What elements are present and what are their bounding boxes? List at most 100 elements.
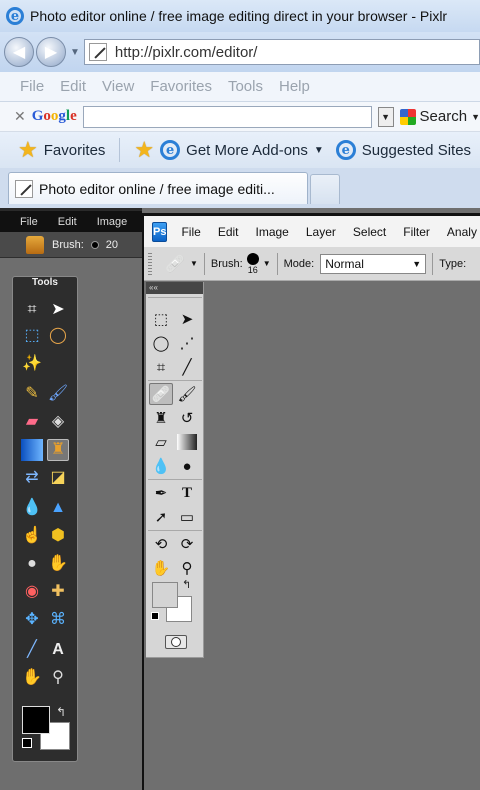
menu-help[interactable]: Help bbox=[279, 78, 310, 95]
pixlr-menu-file[interactable]: File bbox=[20, 216, 38, 228]
ps-menu-file[interactable]: File bbox=[181, 225, 200, 239]
clone-stamp-icon[interactable]: ♜ bbox=[149, 407, 173, 429]
pixlr-menu-edit[interactable]: Edit bbox=[58, 216, 77, 228]
options-grip[interactable] bbox=[148, 252, 152, 275]
zoom-icon[interactable]: ⚲ bbox=[175, 557, 199, 579]
chevron-down-icon[interactable]: ▼ bbox=[314, 145, 324, 156]
move-icon[interactable]: ➤ bbox=[175, 308, 199, 330]
quick-select-icon[interactable]: ⋰ bbox=[175, 332, 199, 354]
stamp-icon[interactable]: ♜ bbox=[47, 439, 69, 461]
history-brush-icon[interactable]: ↺ bbox=[175, 407, 199, 429]
ps-menu-image[interactable]: Image bbox=[256, 225, 289, 239]
pencil-icon[interactable]: ✎ bbox=[21, 383, 43, 405]
crop-icon[interactable]: ⌗ bbox=[149, 356, 173, 378]
get-addons-link[interactable]: Get More Add-ons bbox=[186, 142, 308, 159]
chevron-down-icon[interactable]: ▼ bbox=[190, 259, 198, 268]
tools-divider bbox=[148, 530, 202, 531]
3d-orbit-icon[interactable]: ⟳ bbox=[175, 533, 199, 555]
quick-mask-button[interactable] bbox=[165, 635, 187, 649]
close-toolbar-icon[interactable]: ✕ bbox=[14, 108, 26, 125]
ps-menu-analysis[interactable]: Analy bbox=[447, 225, 477, 239]
google-logo: Google bbox=[31, 108, 77, 124]
burn-icon[interactable]: ✋ bbox=[47, 553, 69, 575]
ie-logo-icon: e bbox=[6, 7, 24, 25]
reset-colors-icon[interactable] bbox=[22, 738, 32, 748]
address-bar[interactable]: http://pixlr.com/editor/ bbox=[83, 39, 480, 65]
bucket-icon[interactable]: ◈ bbox=[47, 411, 69, 433]
pixlr-foreground-color[interactable] bbox=[22, 706, 50, 734]
lasso-icon[interactable]: ◯ bbox=[149, 332, 173, 354]
brush-icon[interactable]: 🖌 bbox=[175, 383, 199, 405]
back-button[interactable]: ◀ bbox=[4, 37, 34, 67]
chevron-down-icon[interactable]: ▼ bbox=[263, 259, 271, 268]
swap-colors-icon[interactable]: ↰ bbox=[56, 705, 66, 719]
path-select-icon[interactable]: ➚ bbox=[149, 506, 173, 528]
pinch-icon[interactable]: ⌘ bbox=[47, 609, 69, 631]
shape-icon[interactable]: ▭ bbox=[175, 506, 199, 528]
pixlr-brush-size[interactable]: 20 bbox=[106, 239, 118, 251]
marquee-icon[interactable]: ⬚ bbox=[21, 325, 43, 347]
add-favorite-icon[interactable]: ★ bbox=[134, 139, 154, 161]
crop-icon[interactable]: ⌗ bbox=[21, 299, 43, 321]
ps-menu-select[interactable]: Select bbox=[353, 225, 386, 239]
color-replace-icon[interactable]: ⇄ bbox=[21, 467, 43, 489]
healing-brush-icon[interactable]: 🩹 bbox=[149, 383, 173, 405]
menu-edit[interactable]: Edit bbox=[60, 78, 86, 95]
ps-foreground-color[interactable] bbox=[152, 582, 178, 608]
ps-menu-edit[interactable]: Edit bbox=[218, 225, 239, 239]
history-dropdown-icon[interactable]: ▼ bbox=[70, 47, 80, 58]
brush-picker[interactable]: 16 bbox=[246, 252, 259, 275]
type-icon[interactable]: A bbox=[47, 639, 69, 661]
bloat-icon[interactable]: ✥ bbox=[21, 609, 43, 631]
picker-icon[interactable]: ╱ bbox=[21, 639, 43, 661]
lasso-icon[interactable]: ◯ bbox=[47, 325, 69, 347]
google-search-input[interactable] bbox=[82, 105, 372, 128]
google-search-dropdown[interactable]: ▼ bbox=[377, 106, 394, 127]
pen-icon[interactable]: ✒ bbox=[149, 482, 173, 504]
redeye-icon[interactable]: ◉ bbox=[21, 581, 43, 603]
smudge-icon[interactable]: ☝ bbox=[21, 525, 43, 547]
blur-icon[interactable]: 💧 bbox=[21, 497, 43, 519]
menu-tools[interactable]: Tools bbox=[228, 78, 263, 95]
tools-collapse-button[interactable]: «« bbox=[146, 282, 203, 294]
menu-view[interactable]: View bbox=[102, 78, 134, 95]
eraser-icon[interactable]: ▱ bbox=[149, 431, 173, 453]
gradient-icon[interactable] bbox=[21, 439, 43, 461]
brush-icon[interactable]: 🖌 bbox=[47, 383, 69, 405]
menu-file[interactable]: File bbox=[20, 78, 44, 95]
dodge-icon[interactable]: ● bbox=[175, 455, 199, 477]
new-tab-button[interactable] bbox=[310, 174, 340, 204]
eyedropper-icon[interactable]: ╱ bbox=[175, 356, 199, 378]
spotheal-icon[interactable]: ✚ bbox=[47, 581, 69, 603]
reset-colors-icon[interactable] bbox=[151, 612, 159, 620]
type-icon[interactable]: T bbox=[175, 482, 199, 504]
forward-button[interactable]: ▶ bbox=[36, 37, 66, 67]
google-search-button[interactable]: Search ▼ bbox=[399, 108, 480, 125]
eraser-icon[interactable]: ▰ bbox=[21, 411, 43, 433]
3d-rotate-icon[interactable]: ⟲ bbox=[149, 533, 173, 555]
drawing-icon[interactable]: ◪ bbox=[47, 467, 69, 489]
hand-icon[interactable]: ✋ bbox=[149, 557, 173, 579]
mode-select[interactable]: Normal ▼ bbox=[320, 253, 427, 274]
sponge-icon[interactable]: ⬢ bbox=[47, 525, 69, 547]
gradient-icon[interactable] bbox=[177, 434, 197, 450]
hand-icon[interactable]: ✋ bbox=[21, 667, 43, 689]
swap-colors-icon[interactable]: ↰ bbox=[182, 578, 191, 591]
blur-icon[interactable]: 💧 bbox=[149, 455, 173, 477]
ps-mode-label: Mode: bbox=[283, 257, 315, 270]
brush-preview-icon[interactable] bbox=[91, 241, 98, 248]
marquee-icon[interactable]: ⬚ bbox=[149, 308, 173, 330]
wand-icon[interactable]: ✨ bbox=[21, 353, 43, 375]
sharpen-icon[interactable]: ▲ bbox=[47, 497, 69, 519]
dodge-icon[interactable]: ● bbox=[21, 553, 43, 575]
menu-favorites[interactable]: Favorites bbox=[150, 78, 212, 95]
tool-preset-picker[interactable]: 🩹 bbox=[160, 252, 190, 276]
pixlr-menu-image[interactable]: Image bbox=[97, 216, 128, 228]
favorites-button[interactable]: Favorites bbox=[44, 142, 106, 159]
ps-menu-layer[interactable]: Layer bbox=[306, 225, 336, 239]
zoom-icon[interactable]: ⚲ bbox=[47, 667, 69, 689]
suggested-sites-link[interactable]: Suggested Sites bbox=[362, 142, 471, 159]
tab-active[interactable]: Photo editor online / free image editi..… bbox=[8, 172, 308, 204]
ps-menu-filter[interactable]: Filter bbox=[403, 225, 430, 239]
move-icon[interactable]: ➤ bbox=[47, 299, 69, 321]
